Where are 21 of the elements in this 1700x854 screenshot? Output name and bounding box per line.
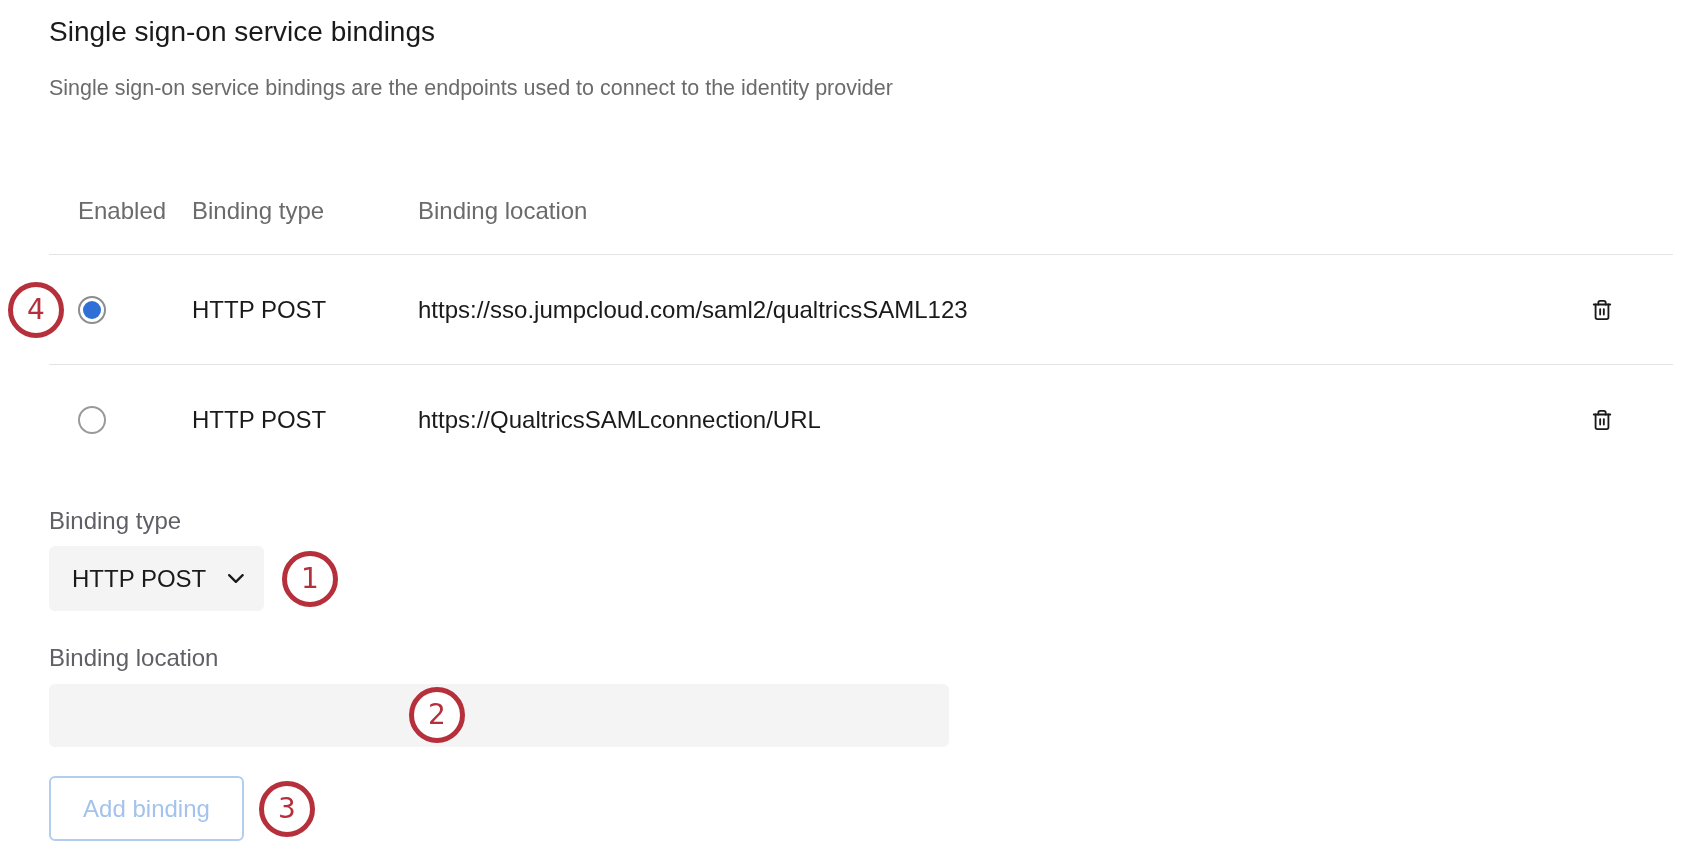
table-cell: https://sso.jumpcloud.com/saml2/qualtricsSAML123 [418,294,968,325]
section-description: Single sign-on service bindings are the endpoints used to connect to the identity provider [49,75,893,102]
chevron-down-icon [228,574,244,583]
trash-icon[interactable] [1591,297,1613,322]
table-cell: https://QualtricsSAMLconnection/URL [418,405,821,435]
numbered-callout: 1 [282,550,338,607]
radio-button[interactable] [78,406,106,434]
column-header: Binding location [418,195,588,226]
binding-type-dropdown[interactable]: HTTP POST [49,546,264,611]
table-cell: HTTP POST [192,405,327,435]
numbered-callout: 3 [259,780,315,837]
field-label: Binding type [49,506,182,536]
trash-icon[interactable] [1591,408,1613,432]
numbered-callout: 4 [8,282,64,338]
binding-location-input[interactable] [49,684,949,747]
section-title: Single sign-on service bindings [49,15,435,49]
radio-button[interactable] [78,295,106,324]
column-header: Enabled [78,195,167,226]
table-cell: HTTP POST [192,294,327,325]
column-header: Binding type [192,195,325,226]
field-label: Binding location [49,643,219,673]
